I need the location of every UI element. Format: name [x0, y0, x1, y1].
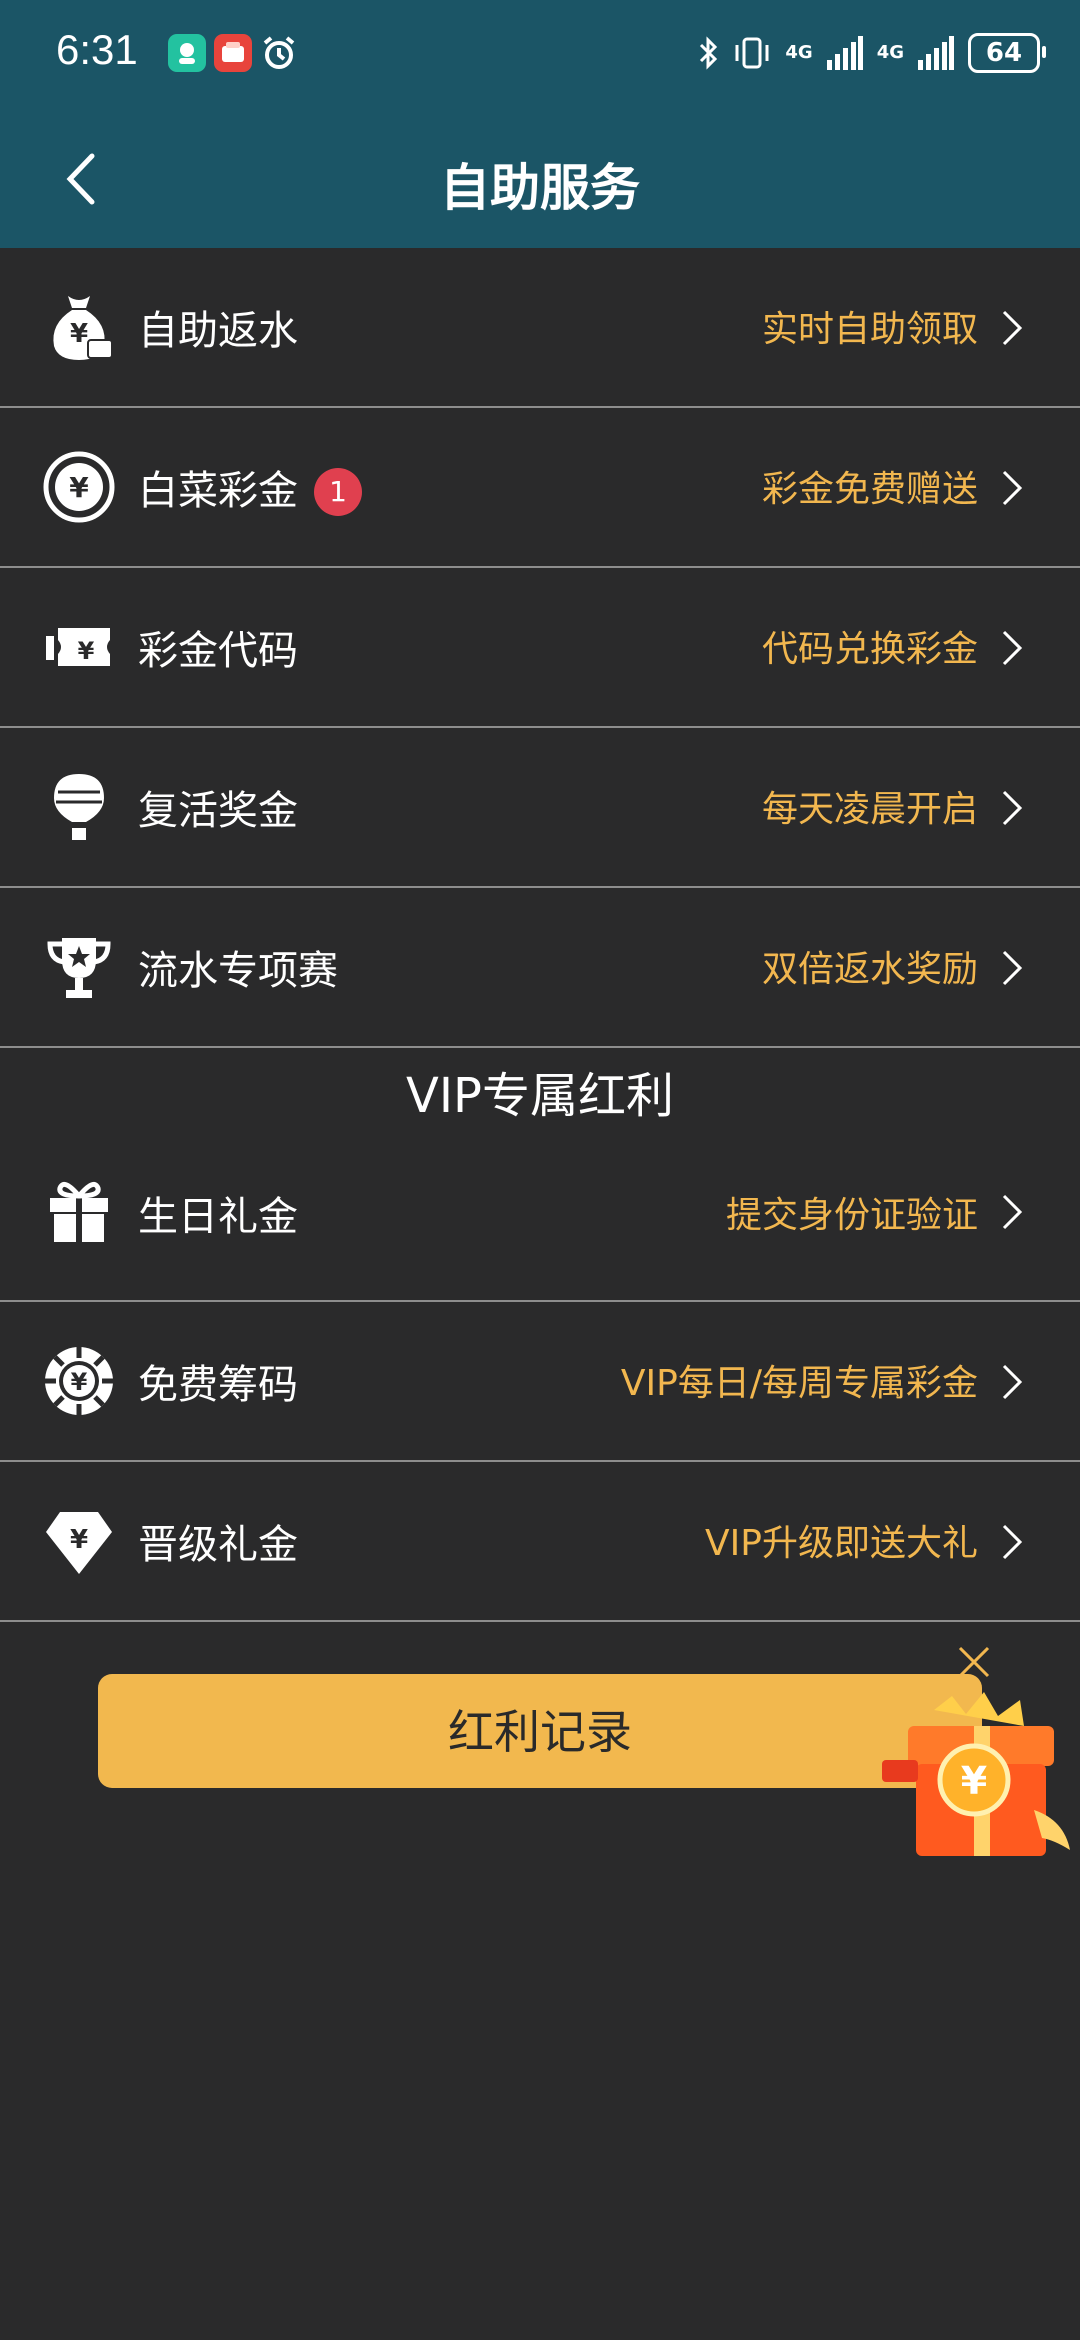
vip-section-title: VIP专属红利	[406, 1068, 674, 1124]
list-item-subtitle: 提交身份证验证	[725, 1195, 978, 1236]
list-item-self-rebate[interactable]: ¥ 自助返水 实时自助领取	[0, 248, 1080, 408]
svg-text:¥: ¥	[69, 471, 89, 504]
list-item-promotion-bonus[interactable]: ¥ 晋级礼金 VIP升级即送大礼	[0, 1462, 1080, 1622]
status-time: 6:31	[56, 26, 138, 73]
list-item-subtitle: 代码兑换彩金	[761, 629, 978, 670]
chevron-right-icon	[1002, 1524, 1023, 1560]
status-bar: 6:31 4G 4G 64	[0, 0, 1080, 110]
battery-indicator: 64	[968, 33, 1046, 73]
service-list: ¥ 自助返水 实时自助领取 ¥ 白菜彩金 1 彩金免费赠送 ¥ 彩金代码 代码兑…	[0, 248, 1080, 1622]
chevron-right-icon	[1002, 310, 1023, 346]
shop-notification-icon	[214, 34, 252, 72]
yuan-coin-icon: ¥	[43, 451, 115, 523]
trophy-icon	[47, 938, 111, 998]
top-bar: 6:31 4G 4G 64 自助服务	[0, 0, 1080, 248]
list-item-subtitle: 每天凌晨开启	[761, 789, 978, 830]
signal-icon-2	[918, 36, 954, 70]
list-item-birthday-bonus[interactable]: 生日礼金 提交身份证验证	[0, 1144, 1080, 1302]
svg-text:¥: ¥	[78, 637, 95, 665]
list-item-label: 流水专项赛	[138, 948, 338, 994]
red-envelope-gift-icon[interactable]: ¥	[874, 1690, 1074, 1870]
list-item-label: 免费筹码	[138, 1362, 298, 1408]
chevron-right-icon	[1002, 790, 1023, 826]
status-indicators: 4G 4G 64	[697, 30, 1046, 76]
hot-air-balloon-icon	[54, 774, 104, 840]
svg-text:¥: ¥	[70, 1525, 88, 1555]
list-item-revival-bonus[interactable]: 复活奖金 每天凌晨开启	[0, 728, 1080, 888]
list-item-subtitle: 双倍返水奖励	[761, 949, 978, 990]
list-item-label: 生日礼金	[138, 1194, 298, 1240]
list-item-label: 白菜彩金	[138, 468, 298, 514]
casino-chip-icon: ¥	[45, 1347, 113, 1415]
page-title: 自助服务	[440, 159, 640, 217]
list-item-subtitle: 实时自助领取	[761, 309, 978, 350]
list-item-free-chips[interactable]: ¥ 免费筹码 VIP每日/每周专属彩金	[0, 1302, 1080, 1462]
list-item-label: 自助返水	[138, 308, 298, 354]
notification-badge: 1	[314, 468, 362, 516]
money-bag-icon: ¥	[53, 296, 113, 360]
chevron-right-icon	[1002, 1194, 1023, 1230]
list-item-subtitle: VIP升级即送大礼	[705, 1523, 978, 1564]
list-item-turnover-contest[interactable]: 流水专项赛 双倍返水奖励	[0, 888, 1080, 1048]
svg-text:¥: ¥	[961, 1759, 987, 1803]
list-item-label: 复活奖金	[138, 788, 298, 834]
gift-icon	[50, 1181, 108, 1242]
list-item-free-bonus[interactable]: ¥ 白菜彩金 1 彩金免费赠送	[0, 408, 1080, 568]
diamond-icon: ¥	[46, 1512, 112, 1574]
list-item-subtitle: VIP每日/每周专属彩金	[620, 1363, 978, 1404]
bluetooth-icon	[700, 36, 718, 70]
nav-bar: 自助服务	[0, 110, 1080, 248]
vibrate-icon	[735, 37, 769, 69]
list-item-bonus-code[interactable]: ¥ 彩金代码 代码兑换彩金	[0, 568, 1080, 728]
network-type-2: 4G	[876, 42, 904, 63]
svg-text:¥: ¥	[70, 319, 88, 349]
chevron-right-icon	[1002, 470, 1023, 506]
ticket-icon: ¥	[46, 628, 110, 666]
app-notification-icon	[168, 34, 206, 72]
chevron-right-icon	[1002, 950, 1023, 986]
list-item-subtitle: 彩金免费赠送	[761, 469, 978, 510]
svg-text:¥: ¥	[71, 1368, 88, 1396]
close-icon[interactable]	[956, 1644, 992, 1680]
list-item-label: 晋级礼金	[138, 1522, 298, 1568]
signal-icon	[826, 36, 863, 70]
chevron-right-icon	[1002, 630, 1023, 666]
network-type-1: 4G	[785, 42, 813, 63]
chevron-right-icon	[1002, 1364, 1023, 1400]
battery-level: 64	[985, 38, 1023, 68]
bonus-record-button[interactable]: 红利记录	[98, 1674, 982, 1788]
alarm-icon	[260, 34, 298, 72]
list-item-label: 彩金代码	[138, 628, 298, 674]
